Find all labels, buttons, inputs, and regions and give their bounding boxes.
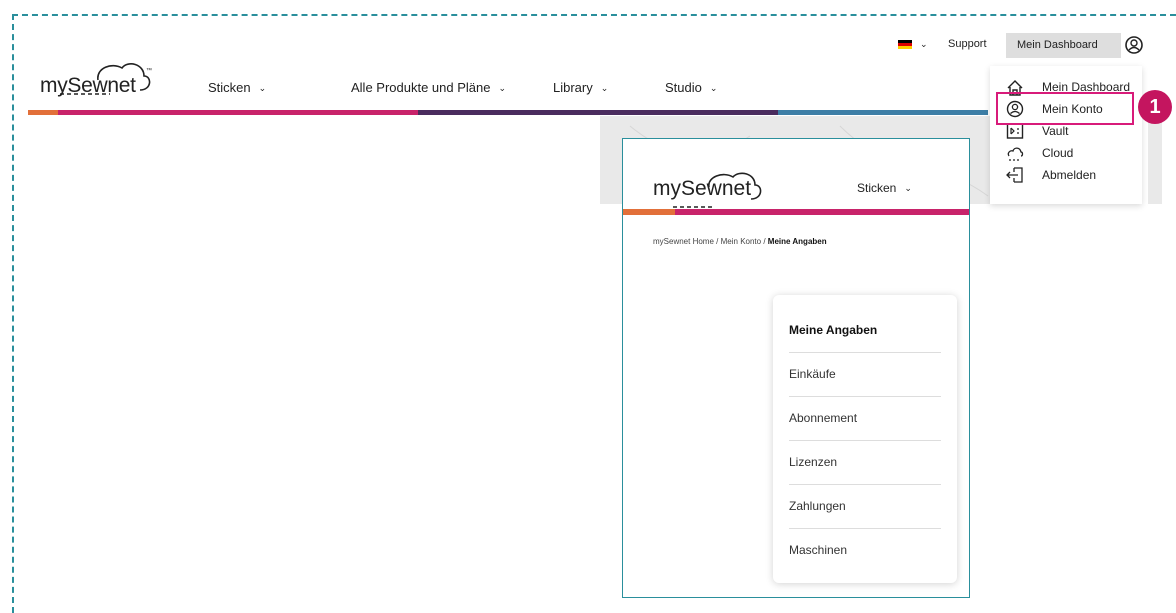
bar-segment-orange <box>28 110 58 115</box>
panel-nav-sticken[interactable]: Sticken ⌄ <box>857 181 912 195</box>
logout-icon <box>1006 167 1023 183</box>
bar-segment-magenta <box>58 110 418 115</box>
menu-item-einkaeufe[interactable]: Einkäufe <box>789 353 941 397</box>
nav-sticken[interactable]: Sticken ⌄ <box>208 80 266 95</box>
menu-item-meine-angaben[interactable]: Meine Angaben <box>789 309 941 353</box>
breadcrumb-separator: / <box>763 237 766 246</box>
logo-text: mySewnet <box>653 177 752 200</box>
breadcrumb-separator: / <box>716 237 719 246</box>
nav-label: Alle Produkte und Pläne <box>351 80 491 95</box>
bar-segment-blue <box>778 110 988 115</box>
nav-alle-produkte[interactable]: Alle Produkte und Pläne ⌄ <box>351 80 506 95</box>
chevron-down-icon: ⌄ <box>904 183 912 194</box>
breadcrumb-current: Meine Angaben <box>767 237 827 246</box>
mysewnet-logo[interactable]: mySewnet ™ <box>40 58 160 98</box>
dropdown-item-cloud[interactable]: Cloud <box>990 142 1140 164</box>
bar-segment-magenta <box>675 209 969 215</box>
user-account-icon[interactable] <box>1124 35 1144 55</box>
brand-color-bar <box>28 110 988 115</box>
chevron-down-icon: ⌄ <box>709 83 718 94</box>
support-link[interactable]: Support <box>948 38 987 50</box>
dropdown-label: Cloud <box>1042 146 1074 160</box>
bar-segment-purple <box>418 110 778 115</box>
chevron-down-icon: ⌄ <box>498 83 507 94</box>
nav-library[interactable]: Library ⌄ <box>553 80 608 95</box>
step-callout-badge: 1 <box>1138 90 1172 124</box>
frame-left-border <box>12 14 14 613</box>
cloud-icon <box>1007 147 1024 161</box>
frame-top-border <box>12 14 1176 16</box>
logo-trademark: ™ <box>146 68 152 74</box>
nav-label: Library <box>553 80 593 95</box>
breadcrumb-account[interactable]: Mein Konto <box>721 237 761 246</box>
nav-studio[interactable]: Studio ⌄ <box>665 80 717 95</box>
breadcrumb-home[interactable]: mySewnet Home <box>653 237 714 246</box>
highlight-box-mein-konto <box>996 92 1134 125</box>
menu-item-abonnement[interactable]: Abonnement <box>789 397 941 441</box>
mein-dashboard-button[interactable]: Mein Dashboard <box>1006 33 1121 58</box>
bar-segment-orange <box>623 209 675 215</box>
nav-label: Sticken <box>857 181 897 195</box>
dropdown-label: Abmelden <box>1042 168 1097 182</box>
menu-item-zahlungen[interactable]: Zahlungen <box>789 485 941 529</box>
nav-label: Studio <box>665 80 702 95</box>
account-side-menu: Meine Angaben Einkäufe Abonnement Lizenz… <box>773 295 957 583</box>
nav-label: Sticken <box>208 80 251 95</box>
language-chevron-down-icon[interactable]: ⌄ <box>920 39 928 50</box>
logo-text: mySewnet <box>40 74 136 97</box>
panel-brand-color-bar <box>623 209 969 215</box>
flag-de-icon[interactable] <box>898 40 912 49</box>
dropdown-item-abmelden[interactable]: Abmelden <box>990 164 1140 186</box>
menu-item-maschinen[interactable]: Maschinen <box>789 529 941 573</box>
dropdown-label: Vault <box>1042 124 1069 138</box>
account-dropdown-menu: Mein Dashboard Mein Konto Vault Cloud Ab… <box>990 66 1142 204</box>
account-page-preview: mySewnet Sticken ⌄ mySewnet Home / Mein K… <box>622 138 970 598</box>
chevron-down-icon: ⌄ <box>600 83 609 94</box>
chevron-down-icon: ⌄ <box>258 83 267 94</box>
background-card-edge <box>1148 116 1162 204</box>
breadcrumb: mySewnet Home / Mein Konto / Meine Angab… <box>653 237 827 246</box>
menu-item-lizenzen[interactable]: Lizenzen <box>789 441 941 485</box>
